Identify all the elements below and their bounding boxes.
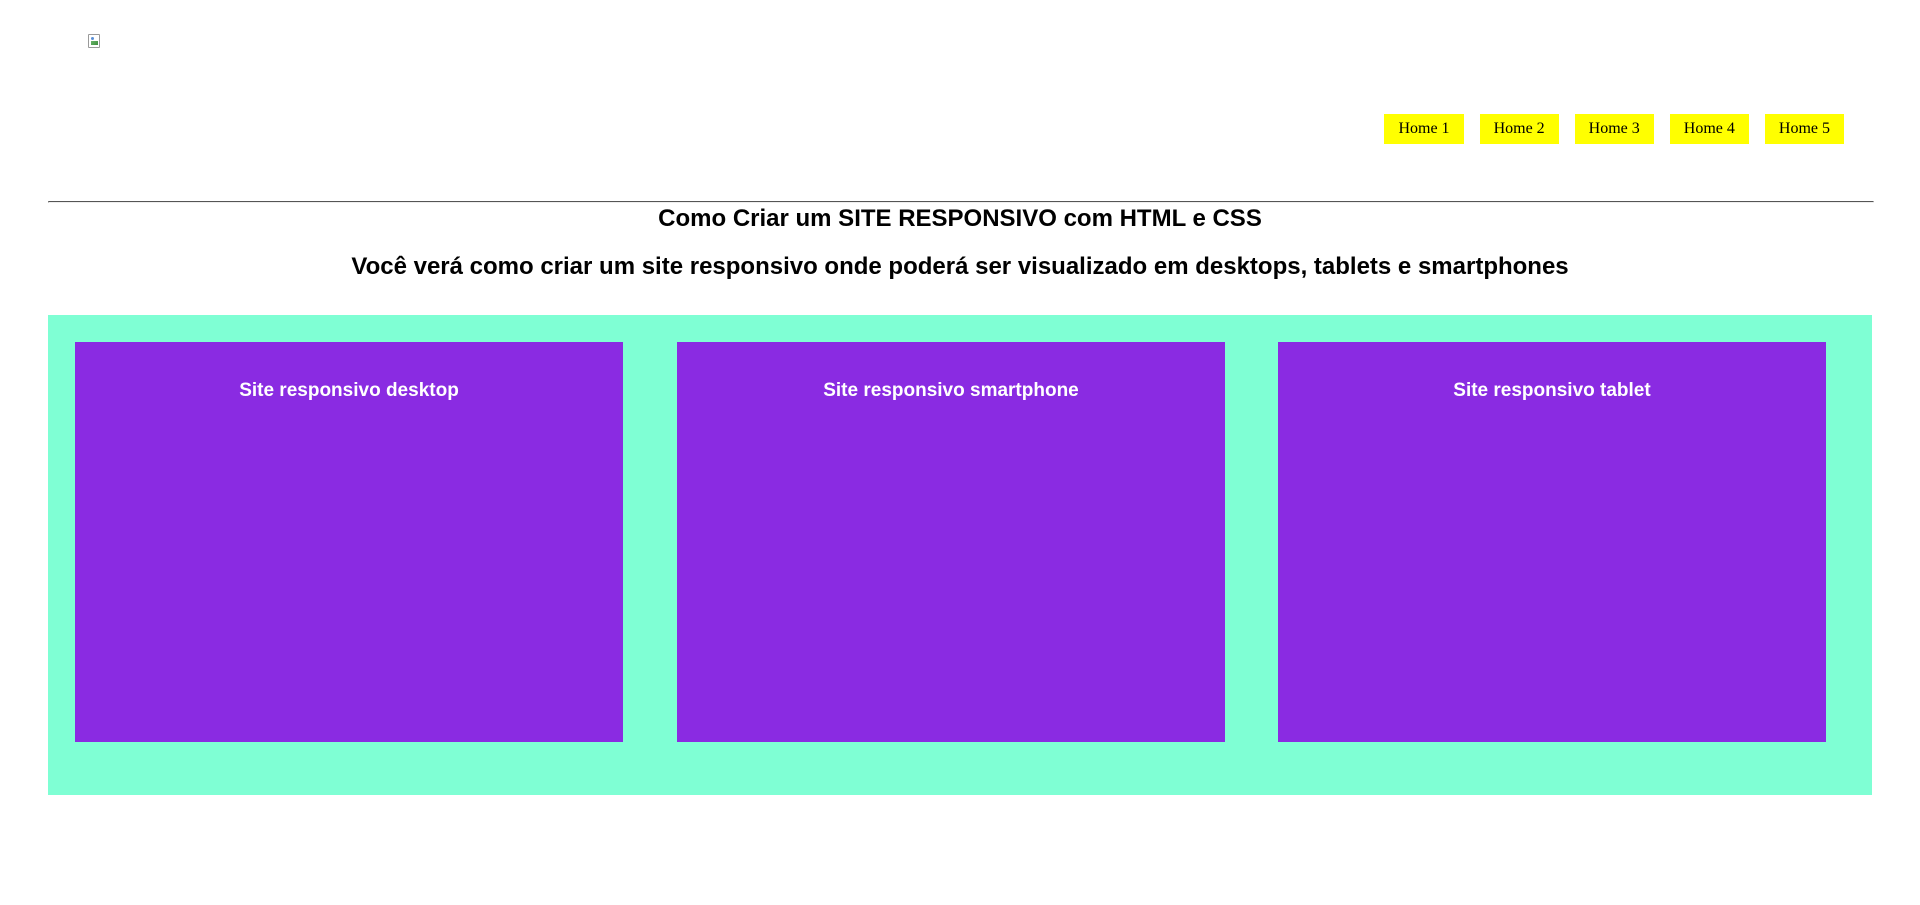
nav-item-home-4[interactable]: Home 4 xyxy=(1669,114,1749,144)
card-desktop: Site responsivo desktop xyxy=(75,342,623,742)
nav-item-home-5[interactable]: Home 5 xyxy=(1764,114,1844,144)
page-subtitle: Você verá como criar um site responsivo … xyxy=(351,253,1569,280)
card-title: Site responsivo smartphone xyxy=(823,380,1079,401)
nav-item-home-1[interactable]: Home 1 xyxy=(1384,114,1464,144)
header-divider xyxy=(48,201,1874,203)
main-nav: Home 1 Home 2 Home 3 Home 4 Home 5 xyxy=(1384,114,1844,144)
card-smartphone: Site responsivo smartphone xyxy=(677,342,1225,742)
cards-container: Site responsivo desktop Site responsivo … xyxy=(48,315,1872,795)
card-title: Site responsivo tablet xyxy=(1453,380,1651,401)
nav-item-home-3[interactable]: Home 3 xyxy=(1574,114,1654,144)
card-title: Site responsivo desktop xyxy=(239,380,459,401)
page-title: Como Criar um SITE RESPONSIVO com HTML e… xyxy=(658,205,1262,232)
nav-item-home-2[interactable]: Home 2 xyxy=(1479,114,1559,144)
card-tablet: Site responsivo tablet xyxy=(1278,342,1826,742)
broken-image-icon xyxy=(88,34,104,50)
